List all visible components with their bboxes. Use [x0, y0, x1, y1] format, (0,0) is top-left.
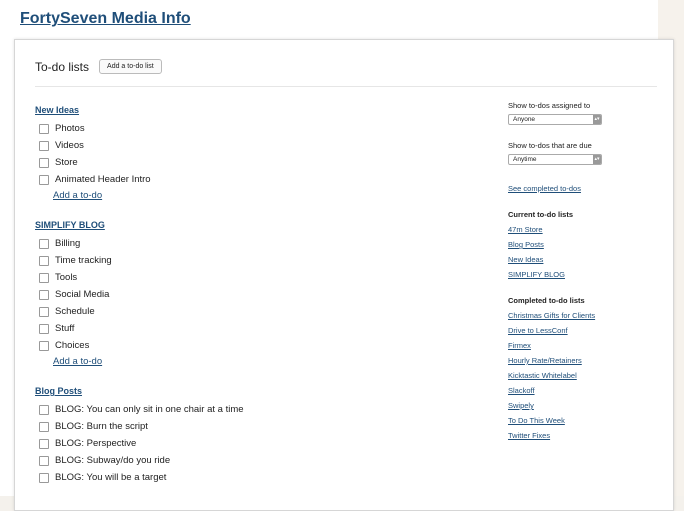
- todo-item: Social Media: [35, 286, 485, 303]
- add-todo-link[interactable]: Add a to-do: [53, 355, 485, 369]
- todo-checkbox[interactable]: [39, 421, 49, 432]
- todo-checkbox[interactable]: [39, 123, 49, 134]
- todo-item-label: Social Media: [55, 289, 110, 300]
- sidebar: Show to-dos assigned to Anyone ▴▾ Show t…: [508, 101, 668, 443]
- todo-checkbox[interactable]: [39, 323, 49, 334]
- add-todo-list-button[interactable]: Add a to-do list: [99, 59, 162, 74]
- completed-list-link[interactable]: Swipely: [508, 398, 668, 413]
- todo-item: Schedule: [35, 303, 485, 320]
- add-todo-link[interactable]: Add a to-do: [53, 189, 485, 203]
- due-select[interactable]: Anytime ▴▾: [508, 154, 602, 165]
- todo-item-label: BLOG: Subway/do you ride: [55, 455, 171, 466]
- completed-list-link[interactable]: Hourly Rate/Retainers: [508, 353, 668, 368]
- todo-checkbox[interactable]: [39, 306, 49, 317]
- todo-checkbox[interactable]: [39, 157, 49, 168]
- completed-list-link[interactable]: Kicktastic Whitelabel: [508, 368, 668, 383]
- header-divider: [35, 86, 657, 87]
- todo-item: Choices: [35, 337, 485, 354]
- todo-checkbox[interactable]: [39, 472, 49, 483]
- todo-item: Store: [35, 154, 485, 171]
- see-completed-link[interactable]: See completed to-dos: [508, 181, 668, 196]
- due-filter-label: Show to-dos that are due: [508, 141, 592, 150]
- completed-list-link[interactable]: Christmas Gifts for Clients: [508, 308, 668, 323]
- todo-item: BLOG: You can only sit in one chair at a…: [35, 401, 485, 418]
- page-title: To-do lists: [35, 59, 90, 74]
- todo-checkbox[interactable]: [39, 404, 49, 415]
- select-arrows-icon: ▴▾: [593, 155, 601, 164]
- todo-item-label: BLOG: Burn the script: [55, 421, 148, 432]
- todo-checkbox[interactable]: [39, 238, 49, 249]
- todo-item-label: Schedule: [55, 306, 95, 317]
- todo-item: Stuff: [35, 320, 485, 337]
- todo-list-title[interactable]: Blog Posts: [35, 385, 485, 398]
- todo-item: Time tracking: [35, 252, 485, 269]
- todo-list: New Ideas Photos Videos Store Animated Heade…: [35, 104, 485, 203]
- todo-item: BLOG: You will be a target: [35, 469, 485, 486]
- current-list-link[interactable]: New Ideas: [508, 252, 668, 267]
- todo-header: To-do lists Add a to-do list: [35, 59, 162, 74]
- current-list-link[interactable]: 47m Store: [508, 222, 668, 237]
- todo-list-title[interactable]: New Ideas: [35, 104, 485, 117]
- todo-item-label: Choices: [55, 340, 90, 351]
- todo-item-label: Animated Header Intro: [55, 174, 151, 185]
- todo-item: Animated Header Intro: [35, 171, 485, 188]
- completed-list-link[interactable]: Drive to LessConf: [508, 323, 668, 338]
- completed-lists: Christmas Gifts for Clients Drive to Less…: [508, 308, 668, 443]
- todo-item-label: Stuff: [55, 323, 75, 334]
- todo-item: Tools: [35, 269, 485, 286]
- todo-checkbox[interactable]: [39, 140, 49, 151]
- todo-item-label: Videos: [55, 140, 84, 151]
- completed-list-link[interactable]: Slackoff: [508, 383, 668, 398]
- current-list-link[interactable]: SIMPLIFY BLOG: [508, 267, 668, 282]
- assigned-filter-label: Show to-dos assigned to: [508, 101, 591, 110]
- current-list-link[interactable]: Blog Posts: [508, 237, 668, 252]
- completed-lists-heading: Completed to-do lists: [508, 296, 585, 305]
- todo-list: SIMPLIFY BLOG Billing Time tracking Tools So…: [35, 219, 485, 369]
- todo-item-label: Store: [55, 157, 78, 168]
- current-lists: 47m Store Blog Posts New Ideas SIMPLIFY BLO…: [508, 222, 668, 282]
- todo-item: Videos: [35, 137, 485, 154]
- todo-item-label: Photos: [55, 123, 85, 134]
- current-lists-heading: Current to-do lists: [508, 210, 573, 219]
- todo-item: Photos: [35, 120, 485, 137]
- todo-item: BLOG: Burn the script: [35, 418, 485, 435]
- todo-item-label: Tools: [55, 272, 78, 283]
- todo-checkbox[interactable]: [39, 255, 49, 266]
- todo-item-label: Time tracking: [55, 255, 112, 266]
- assigned-select[interactable]: Anyone ▴▾: [508, 114, 602, 125]
- completed-list-link[interactable]: Firmex: [508, 338, 668, 353]
- todo-checkbox[interactable]: [39, 272, 49, 283]
- todo-item: BLOG: Perspective: [35, 435, 485, 452]
- todo-item: BLOG: Subway/do you ride: [35, 452, 485, 469]
- todo-checkbox[interactable]: [39, 438, 49, 449]
- todo-checkbox[interactable]: [39, 289, 49, 300]
- project-title[interactable]: FortySeven Media Info: [20, 10, 191, 28]
- todo-item-label: BLOG: Perspective: [55, 438, 137, 449]
- todo-lists: New Ideas Photos Videos Store Animated Heade…: [35, 104, 485, 502]
- todo-item-label: Billing: [55, 238, 81, 249]
- todo-checkbox[interactable]: [39, 455, 49, 466]
- todo-list: Blog Posts BLOG: You can only sit in one …: [35, 385, 485, 486]
- todo-checkbox[interactable]: [39, 340, 49, 351]
- completed-list-link[interactable]: To Do This Week: [508, 413, 668, 428]
- todo-item-label: BLOG: You can only sit in one chair at a…: [55, 404, 244, 415]
- todo-panel: To-do lists Add a to-do list New Ideas Ph…: [14, 39, 674, 511]
- select-arrows-icon: ▴▾: [593, 115, 601, 124]
- todo-checkbox[interactable]: [39, 174, 49, 185]
- assigned-select-value: Anyone: [513, 116, 536, 123]
- due-select-value: Anytime: [513, 156, 537, 163]
- todo-item: Billing: [35, 235, 485, 252]
- todo-list-title[interactable]: SIMPLIFY BLOG: [35, 219, 485, 232]
- completed-list-link[interactable]: Twitter Fixes: [508, 428, 668, 443]
- todo-item-label: BLOG: You will be a target: [55, 472, 167, 483]
